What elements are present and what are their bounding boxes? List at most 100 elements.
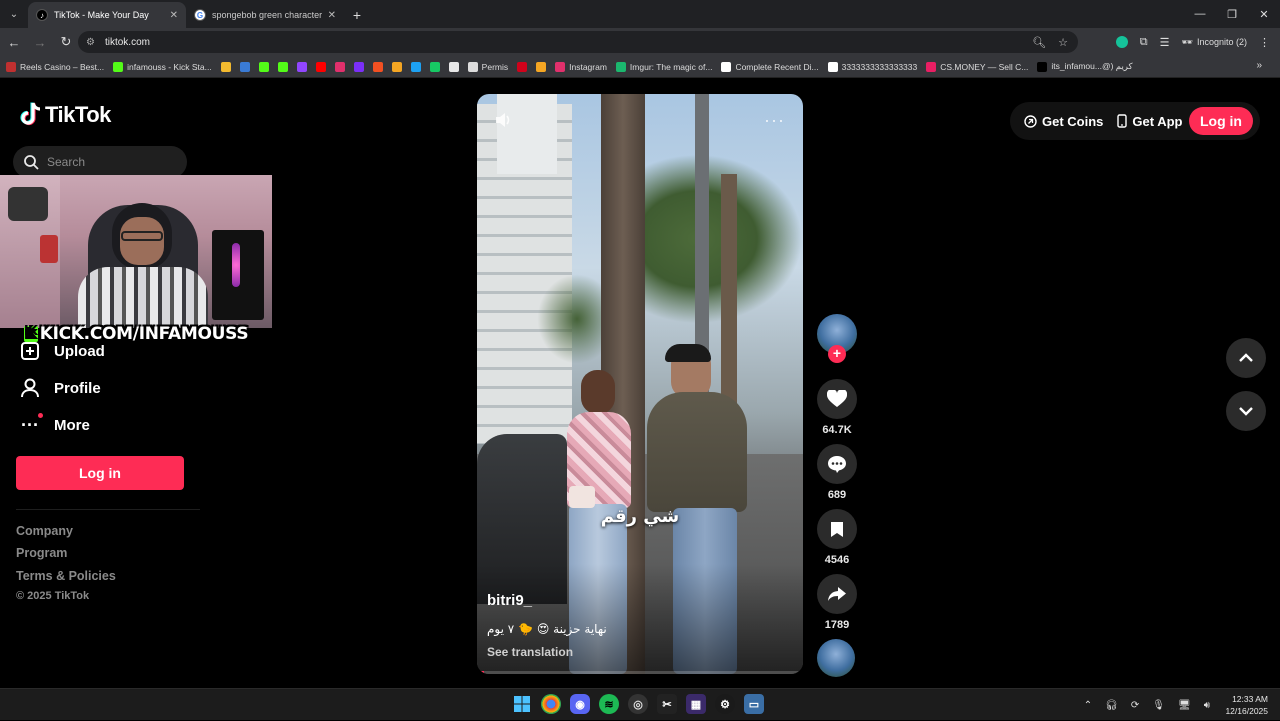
microphone-icon[interactable]: 🎙︎: [1152, 700, 1165, 711]
bookmarks-overflow-icon[interactable]: »: [1256, 60, 1262, 71]
spotify-icon[interactable]: ≋: [599, 694, 619, 714]
see-translation-link[interactable]: See translation: [487, 645, 573, 659]
comment-button[interactable]: [817, 444, 857, 484]
minimize-icon[interactable]: —: [1184, 0, 1216, 28]
bookmark-item[interactable]: Reels Casino – Best...: [6, 61, 104, 72]
tab-tiktok[interactable]: ♪ TikTok - Make Your Day ✕: [28, 2, 186, 28]
bookmark-item[interactable]: [536, 61, 547, 72]
coin-icon: [1024, 114, 1037, 128]
nav-upload-label: Upload: [54, 342, 105, 360]
share-button[interactable]: [817, 574, 857, 614]
reading-list-icon[interactable]: ☰: [1160, 36, 1170, 49]
bookmark-item[interactable]: Complete Recent Di...: [721, 61, 819, 72]
bookmark-item[interactable]: its_infamou...@) كريم: [1037, 61, 1133, 72]
tiktok-logo[interactable]: TikTok: [19, 102, 111, 128]
bookmark-item[interactable]: [258, 61, 269, 72]
chrome-icon[interactable]: [541, 694, 561, 714]
video-author[interactable]: bitri9_: [487, 592, 532, 609]
previous-video-button[interactable]: [1226, 338, 1266, 378]
discord-icon[interactable]: ◉: [570, 694, 590, 714]
new-tab-button[interactable]: +: [344, 2, 370, 28]
back-button[interactable]: ←: [2, 30, 26, 54]
incognito-indicator[interactable]: 🕶︎ Incognito (2): [1182, 37, 1247, 48]
get-app-button[interactable]: Get App: [1117, 114, 1182, 129]
bookmark-item[interactable]: Instagram: [555, 61, 607, 72]
bookmark-item[interactable]: CS.MONEY — Sell C...: [926, 61, 1028, 72]
bookmark-item[interactable]: [296, 61, 307, 72]
search-icon: [24, 155, 39, 170]
network-icon[interactable]: 🖥︎: [1178, 700, 1191, 711]
follow-button[interactable]: +: [828, 345, 846, 363]
nav-more[interactable]: ··· More: [20, 413, 90, 435]
bookmark-item[interactable]: [277, 61, 288, 72]
close-window-icon[interactable]: ✕: [1248, 0, 1280, 28]
bookmark-item[interactable]: [372, 61, 383, 72]
nav-upload[interactable]: Upload: [20, 341, 105, 361]
windows-start-icon[interactable]: [512, 694, 532, 714]
site-info-icon[interactable]: ⚙: [86, 37, 95, 48]
zoom-icon[interactable]: 🔍︎: [1032, 36, 1046, 49]
search-box[interactable]: [13, 146, 187, 178]
bookmark-favicon-icon: [220, 61, 231, 72]
bookmark-item[interactable]: [220, 61, 231, 72]
footer-program-link[interactable]: Program: [16, 546, 67, 560]
extensions-icon[interactable]: ⧉: [1140, 36, 1148, 49]
get-app-label: Get App: [1132, 113, 1183, 129]
restore-icon[interactable]: ❐: [1216, 0, 1248, 28]
nav-profile[interactable]: Profile: [20, 378, 101, 398]
tray-overflow-icon[interactable]: ⌃: [1084, 700, 1092, 711]
bookmark-item[interactable]: [517, 61, 528, 72]
bookmark-item[interactable]: [429, 61, 440, 72]
capcut-icon[interactable]: ✂: [657, 694, 677, 714]
bookmark-item[interactable]: Imgur: The magic of...: [615, 61, 712, 72]
close-tab-icon[interactable]: ✕: [328, 10, 336, 21]
save-button[interactable]: [817, 509, 857, 549]
bookmark-star-icon[interactable]: ☆: [1058, 36, 1068, 49]
bookmark-item[interactable]: 3333333333333333: [827, 61, 917, 72]
footer-company-link[interactable]: Company: [16, 524, 73, 538]
get-coins-button[interactable]: Get Coins: [1024, 114, 1103, 129]
footer-terms-link[interactable]: Terms & Policies: [16, 569, 116, 583]
sidebar-login-button[interactable]: Log in: [16, 456, 184, 490]
address-bar[interactable]: ⚙ tiktok.com 🔍︎ ☆: [78, 31, 1078, 53]
forward-button[interactable]: →: [28, 30, 52, 54]
bookmark-item[interactable]: [353, 61, 364, 72]
bookmark-item[interactable]: infamouss - Kick Sta...: [113, 61, 212, 72]
obs-icon[interactable]: ◎: [628, 694, 648, 714]
mute-toggle-icon[interactable]: [493, 110, 513, 130]
volume-icon[interactable]: 🔊︎: [1204, 700, 1210, 711]
steam-icon[interactable]: ⚙: [715, 694, 735, 714]
search-input[interactable]: [47, 155, 167, 169]
headset-icon[interactable]: 🎧︎: [1105, 700, 1118, 711]
video-progress-bar[interactable]: [477, 671, 803, 674]
next-video-button[interactable]: [1226, 391, 1266, 431]
music-disc-avatar[interactable]: [817, 639, 855, 677]
browser-menu-icon[interactable]: ⋮: [1259, 36, 1270, 49]
bookmark-item[interactable]: [391, 61, 402, 72]
like-button[interactable]: [817, 379, 857, 419]
header-login-button[interactable]: Log in: [1189, 107, 1253, 135]
bookmark-label: Instagram: [569, 61, 607, 72]
tab-search-button[interactable]: ⌄: [0, 0, 28, 28]
reload-button[interactable]: ↻: [54, 30, 78, 54]
system-tray: ⌃ 🎧︎ ⟳ 🎙︎ 🖥︎ 🔊︎: [1084, 689, 1210, 721]
bookmark-item[interactable]: [239, 61, 250, 72]
tab-google[interactable]: G spongebob green character - R ✕: [186, 2, 344, 28]
taskbar-clock[interactable]: 12:33 AM 12/16/2025: [1225, 693, 1268, 717]
bookmark-item[interactable]: [448, 61, 459, 72]
video-options-icon[interactable]: ···: [764, 110, 785, 131]
grammarly-extension-icon[interactable]: [1115, 36, 1128, 48]
phone-icon: [1117, 114, 1128, 128]
chevron-down-icon: [1239, 407, 1253, 416]
more-dots-icon: ···: [20, 413, 43, 435]
bookmark-favicon-icon: [517, 61, 528, 72]
bookmark-item[interactable]: [410, 61, 421, 72]
bookmark-item[interactable]: [334, 61, 345, 72]
editor-app-icon[interactable]: ▦: [686, 694, 706, 714]
bookmark-item[interactable]: Permis: [467, 61, 508, 72]
video-player[interactable]: ··· شي رقم bitri9_ نهاية حزينة 😍 🐤 ٧ يوم…: [477, 94, 803, 674]
remote-desktop-icon[interactable]: ▭: [744, 694, 764, 714]
sync-icon[interactable]: ⟳: [1131, 700, 1139, 711]
bookmark-item[interactable]: [315, 61, 326, 72]
close-tab-icon[interactable]: ✕: [170, 10, 178, 21]
